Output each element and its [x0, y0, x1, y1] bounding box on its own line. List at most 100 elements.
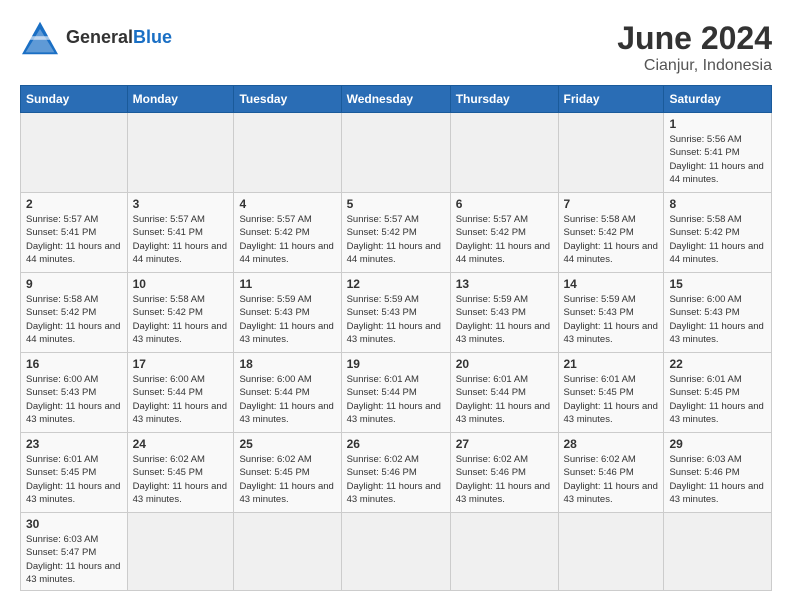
- table-row: 16 Sunrise: 6:00 AM Sunset: 5:43 PM Dayl…: [21, 353, 128, 433]
- day-info: Sunrise: 5:57 AM Sunset: 5:42 PM Dayligh…: [347, 213, 445, 266]
- calendar-table: Sunday Monday Tuesday Wednesday Thursday…: [20, 85, 772, 591]
- table-row: 15 Sunrise: 6:00 AM Sunset: 5:43 PM Dayl…: [664, 273, 772, 353]
- header-thursday: Thursday: [450, 86, 558, 113]
- logo: GeneralBlue: [20, 20, 172, 56]
- day-info: Sunrise: 5:57 AM Sunset: 5:42 PM Dayligh…: [456, 213, 553, 266]
- day-info: Sunrise: 6:02 AM Sunset: 5:45 PM Dayligh…: [239, 453, 335, 506]
- day-number: 16: [26, 357, 122, 371]
- day-info: Sunrise: 6:01 AM Sunset: 5:45 PM Dayligh…: [26, 453, 122, 506]
- table-row: 9 Sunrise: 5:58 AM Sunset: 5:42 PM Dayli…: [21, 273, 128, 353]
- header-monday: Monday: [127, 86, 234, 113]
- header-friday: Friday: [558, 86, 664, 113]
- day-number: 2: [26, 197, 122, 211]
- table-row: 24 Sunrise: 6:02 AM Sunset: 5:45 PM Dayl…: [127, 433, 234, 513]
- table-row: [558, 513, 664, 591]
- table-row: [234, 513, 341, 591]
- table-row: 28 Sunrise: 6:02 AM Sunset: 5:46 PM Dayl…: [558, 433, 664, 513]
- table-row: 20 Sunrise: 6:01 AM Sunset: 5:44 PM Dayl…: [450, 353, 558, 433]
- day-info: Sunrise: 6:00 AM Sunset: 5:44 PM Dayligh…: [239, 373, 335, 426]
- day-info: Sunrise: 5:57 AM Sunset: 5:41 PM Dayligh…: [26, 213, 122, 266]
- day-info: Sunrise: 6:03 AM Sunset: 5:46 PM Dayligh…: [669, 453, 766, 506]
- day-number: 8: [669, 197, 766, 211]
- header-tuesday: Tuesday: [234, 86, 341, 113]
- day-info: Sunrise: 5:58 AM Sunset: 5:42 PM Dayligh…: [26, 293, 122, 346]
- day-info: Sunrise: 6:01 AM Sunset: 5:44 PM Dayligh…: [347, 373, 445, 426]
- title-block: June 2024 Cianjur, Indonesia: [617, 20, 772, 75]
- day-number: 29: [669, 437, 766, 451]
- day-info: Sunrise: 6:02 AM Sunset: 5:46 PM Dayligh…: [347, 453, 445, 506]
- table-row: 5 Sunrise: 5:57 AM Sunset: 5:42 PM Dayli…: [341, 193, 450, 273]
- day-number: 24: [133, 437, 229, 451]
- table-row: [558, 113, 664, 193]
- table-row: 13 Sunrise: 5:59 AM Sunset: 5:43 PM Dayl…: [450, 273, 558, 353]
- day-info: Sunrise: 6:02 AM Sunset: 5:45 PM Dayligh…: [133, 453, 229, 506]
- day-number: 20: [456, 357, 553, 371]
- table-row: 2 Sunrise: 5:57 AM Sunset: 5:41 PM Dayli…: [21, 193, 128, 273]
- table-row: 30 Sunrise: 6:03 AM Sunset: 5:47 PM Dayl…: [21, 513, 128, 591]
- day-info: Sunrise: 6:00 AM Sunset: 5:43 PM Dayligh…: [669, 293, 766, 346]
- day-info: Sunrise: 5:56 AM Sunset: 5:41 PM Dayligh…: [669, 133, 766, 186]
- table-row: 4 Sunrise: 5:57 AM Sunset: 5:42 PM Dayli…: [234, 193, 341, 273]
- day-number: 19: [347, 357, 445, 371]
- table-row: [341, 113, 450, 193]
- day-number: 1: [669, 117, 766, 131]
- day-number: 3: [133, 197, 229, 211]
- logo-blue: Blue: [133, 27, 172, 47]
- table-row: 22 Sunrise: 6:01 AM Sunset: 5:45 PM Dayl…: [664, 353, 772, 433]
- day-info: Sunrise: 6:01 AM Sunset: 5:45 PM Dayligh…: [669, 373, 766, 426]
- day-info: Sunrise: 5:59 AM Sunset: 5:43 PM Dayligh…: [456, 293, 553, 346]
- table-row: 10 Sunrise: 5:58 AM Sunset: 5:42 PM Dayl…: [127, 273, 234, 353]
- day-info: Sunrise: 5:58 AM Sunset: 5:42 PM Dayligh…: [133, 293, 229, 346]
- day-info: Sunrise: 5:58 AM Sunset: 5:42 PM Dayligh…: [669, 213, 766, 266]
- table-row: 8 Sunrise: 5:58 AM Sunset: 5:42 PM Dayli…: [664, 193, 772, 273]
- header-wednesday: Wednesday: [341, 86, 450, 113]
- day-info: Sunrise: 5:59 AM Sunset: 5:43 PM Dayligh…: [564, 293, 659, 346]
- day-info: Sunrise: 6:00 AM Sunset: 5:43 PM Dayligh…: [26, 373, 122, 426]
- table-row: [127, 513, 234, 591]
- table-row: 6 Sunrise: 5:57 AM Sunset: 5:42 PM Dayli…: [450, 193, 558, 273]
- table-row: 27 Sunrise: 6:02 AM Sunset: 5:46 PM Dayl…: [450, 433, 558, 513]
- logo-general: General: [66, 27, 133, 47]
- location-subtitle: Cianjur, Indonesia: [617, 57, 772, 75]
- table-row: 3 Sunrise: 5:57 AM Sunset: 5:41 PM Dayli…: [127, 193, 234, 273]
- table-row: [450, 113, 558, 193]
- day-info: Sunrise: 6:03 AM Sunset: 5:47 PM Dayligh…: [26, 533, 122, 586]
- day-number: 13: [456, 277, 553, 291]
- day-number: 4: [239, 197, 335, 211]
- table-row: [127, 113, 234, 193]
- day-info: Sunrise: 5:58 AM Sunset: 5:42 PM Dayligh…: [564, 213, 659, 266]
- header-sunday: Sunday: [21, 86, 128, 113]
- table-row: 11 Sunrise: 5:59 AM Sunset: 5:43 PM Dayl…: [234, 273, 341, 353]
- day-number: 11: [239, 277, 335, 291]
- page-header: GeneralBlue June 2024 Cianjur, Indonesia: [20, 20, 772, 75]
- day-number: 23: [26, 437, 122, 451]
- day-number: 12: [347, 277, 445, 291]
- day-number: 5: [347, 197, 445, 211]
- table-row: [234, 113, 341, 193]
- day-number: 30: [26, 517, 122, 531]
- table-row: [664, 513, 772, 591]
- table-row: 18 Sunrise: 6:00 AM Sunset: 5:44 PM Dayl…: [234, 353, 341, 433]
- table-row: 12 Sunrise: 5:59 AM Sunset: 5:43 PM Dayl…: [341, 273, 450, 353]
- day-info: Sunrise: 5:59 AM Sunset: 5:43 PM Dayligh…: [239, 293, 335, 346]
- table-row: 7 Sunrise: 5:58 AM Sunset: 5:42 PM Dayli…: [558, 193, 664, 273]
- table-row: 29 Sunrise: 6:03 AM Sunset: 5:46 PM Dayl…: [664, 433, 772, 513]
- day-number: 27: [456, 437, 553, 451]
- logo-text: GeneralBlue: [66, 28, 172, 48]
- day-info: Sunrise: 5:59 AM Sunset: 5:43 PM Dayligh…: [347, 293, 445, 346]
- table-row: 14 Sunrise: 5:59 AM Sunset: 5:43 PM Dayl…: [558, 273, 664, 353]
- day-number: 9: [26, 277, 122, 291]
- day-info: Sunrise: 6:02 AM Sunset: 5:46 PM Dayligh…: [456, 453, 553, 506]
- day-info: Sunrise: 5:57 AM Sunset: 5:42 PM Dayligh…: [239, 213, 335, 266]
- table-row: 26 Sunrise: 6:02 AM Sunset: 5:46 PM Dayl…: [341, 433, 450, 513]
- calendar-header-row: Sunday Monday Tuesday Wednesday Thursday…: [21, 86, 772, 113]
- month-title: June 2024: [617, 20, 772, 57]
- day-number: 17: [133, 357, 229, 371]
- day-info: Sunrise: 5:57 AM Sunset: 5:41 PM Dayligh…: [133, 213, 229, 266]
- day-number: 26: [347, 437, 445, 451]
- day-number: 6: [456, 197, 553, 211]
- day-number: 21: [564, 357, 659, 371]
- day-number: 10: [133, 277, 229, 291]
- header-saturday: Saturday: [664, 86, 772, 113]
- day-number: 28: [564, 437, 659, 451]
